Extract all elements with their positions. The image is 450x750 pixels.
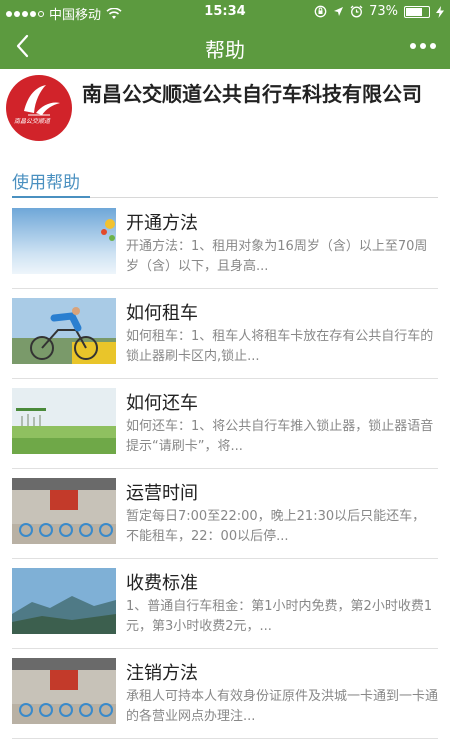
list-item[interactable]: 开通方法 开通方法：1、租用对象为16周岁（含）以上至70周岁（含）以下，且身高… xyxy=(12,199,438,289)
item-desc: 开通方法：1、租用对象为16周岁（含）以上至70周岁（含）以下，且身高... xyxy=(126,239,428,274)
item-title: 如何租车 xyxy=(126,303,198,324)
thumbnail-field-image xyxy=(12,388,116,454)
list-item[interactable]: 收费标准 1、普通自行车租金：第1小时内免费，第2小时收费1元，第3小时收费2元… xyxy=(12,559,438,649)
page-title: 帮助 xyxy=(205,38,245,62)
company-header: 南昌公交顺道 南昌公交顺道公共自行车科技有限公司 xyxy=(0,70,450,150)
item-title: 如何还车 xyxy=(126,393,198,414)
thumbnail-cyclist-image xyxy=(12,298,116,364)
battery-icon xyxy=(404,5,430,18)
status-bar: 中国移动 15:34 73% xyxy=(0,0,450,24)
item-desc: 暂定每日7:00至22:00，晚上21:30以后只能还车，不能租车，22：00以… xyxy=(126,509,426,544)
item-title: 注销方法 xyxy=(126,663,198,684)
item-desc: 1、普通自行车租金：第1小时内免费，第2小时收费1元，第3小时收费2元，... xyxy=(126,599,433,634)
list-item[interactable]: 如何还车 如何还车：1、将公共自行车推入锁止器，锁止器语音提示“请刷卡”，将..… xyxy=(12,379,438,469)
list-item[interactable]: 注销方法 承租人可持本人有效身份证原件及洪城一卡通到一卡通的各营业网点办理注..… xyxy=(12,649,438,739)
company-logo: 南昌公交顺道 xyxy=(6,75,72,141)
item-desc: 承租人可持本人有效身份证原件及洪城一卡通到一卡通的各营业网点办理注... xyxy=(126,689,439,724)
item-title: 收费标准 xyxy=(126,573,198,594)
item-title: 开通方法 xyxy=(126,213,198,234)
battery-percent: 73% xyxy=(369,4,398,19)
battery-fill xyxy=(406,7,423,16)
nav-bar: 帮助 xyxy=(0,24,450,69)
orientation-lock-icon xyxy=(314,5,327,18)
section-underline xyxy=(12,196,90,198)
alarm-icon xyxy=(350,5,363,18)
thumbnail-bike-station-image xyxy=(12,658,116,724)
list-item[interactable]: 运营时间 暂定每日7:00至22:00，晚上21:30以后只能还车，不能租车，2… xyxy=(12,469,438,559)
logo-text: 南昌公交顺道 xyxy=(14,118,51,125)
help-section-header: 使用帮助 xyxy=(12,166,438,198)
item-title: 运营时间 xyxy=(126,483,198,504)
charging-icon xyxy=(436,5,444,18)
thumbnail-sky-image xyxy=(12,208,116,274)
thumbnail-bike-station-image xyxy=(12,478,116,544)
item-desc: 如何还车：1、将公共自行车推入锁止器，锁止器语音提示“请刷卡”，将... xyxy=(126,419,434,454)
item-desc: 如何租车：1、租车人将租车卡放在存有公共自行车的锁止器刷卡区内,锁止... xyxy=(126,329,434,364)
section-label[interactable]: 使用帮助 xyxy=(12,168,80,193)
more-dots-icon[interactable] xyxy=(410,43,436,49)
list-item[interactable]: 如何租车 如何租车：1、租车人将租车卡放在存有公共自行车的锁止器刷卡区内,锁止.… xyxy=(12,289,438,379)
status-right: 73% xyxy=(314,4,444,19)
company-name: 南昌公交顺道公共自行车科技有限公司 xyxy=(82,82,422,106)
location-arrow-icon xyxy=(334,7,344,16)
thumbnail-mountain-image xyxy=(12,568,116,634)
